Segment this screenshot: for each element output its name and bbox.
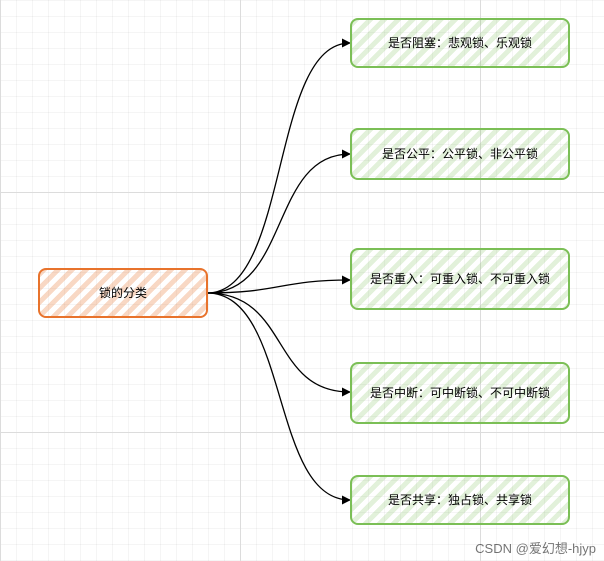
edge-to-leaf-0 [207, 43, 350, 293]
leaf-node-3: 是否中断：可中断锁、不可中断锁 [350, 362, 570, 424]
leaf-node-1: 是否公平：公平锁、非公平锁 [350, 128, 570, 180]
leaf-label: 是否中断：可中断锁、不可中断锁 [370, 385, 550, 401]
root-node: 锁的分类 [38, 268, 208, 318]
leaf-label: 是否阻塞：悲观锁、乐观锁 [388, 35, 532, 51]
leaf-label: 是否重入：可重入锁、不可重入锁 [370, 271, 550, 287]
edge-to-leaf-3 [207, 293, 350, 392]
root-label: 锁的分类 [99, 285, 147, 301]
leaf-node-2: 是否重入：可重入锁、不可重入锁 [350, 248, 570, 310]
leaf-node-0: 是否阻塞：悲观锁、乐观锁 [350, 18, 570, 68]
leaf-label: 是否共享：独占锁、共享锁 [388, 492, 532, 508]
edge-to-leaf-4 [207, 293, 350, 500]
leaf-node-4: 是否共享：独占锁、共享锁 [350, 475, 570, 525]
watermark: CSDN @爱幻想-hjyp [475, 538, 596, 557]
leaf-label: 是否公平：公平锁、非公平锁 [382, 146, 538, 162]
diagram-canvas: 锁的分类 是否阻塞：悲观锁、乐观锁 是否公平：公平锁、非公平锁 是否重入：可重入… [0, 0, 604, 561]
